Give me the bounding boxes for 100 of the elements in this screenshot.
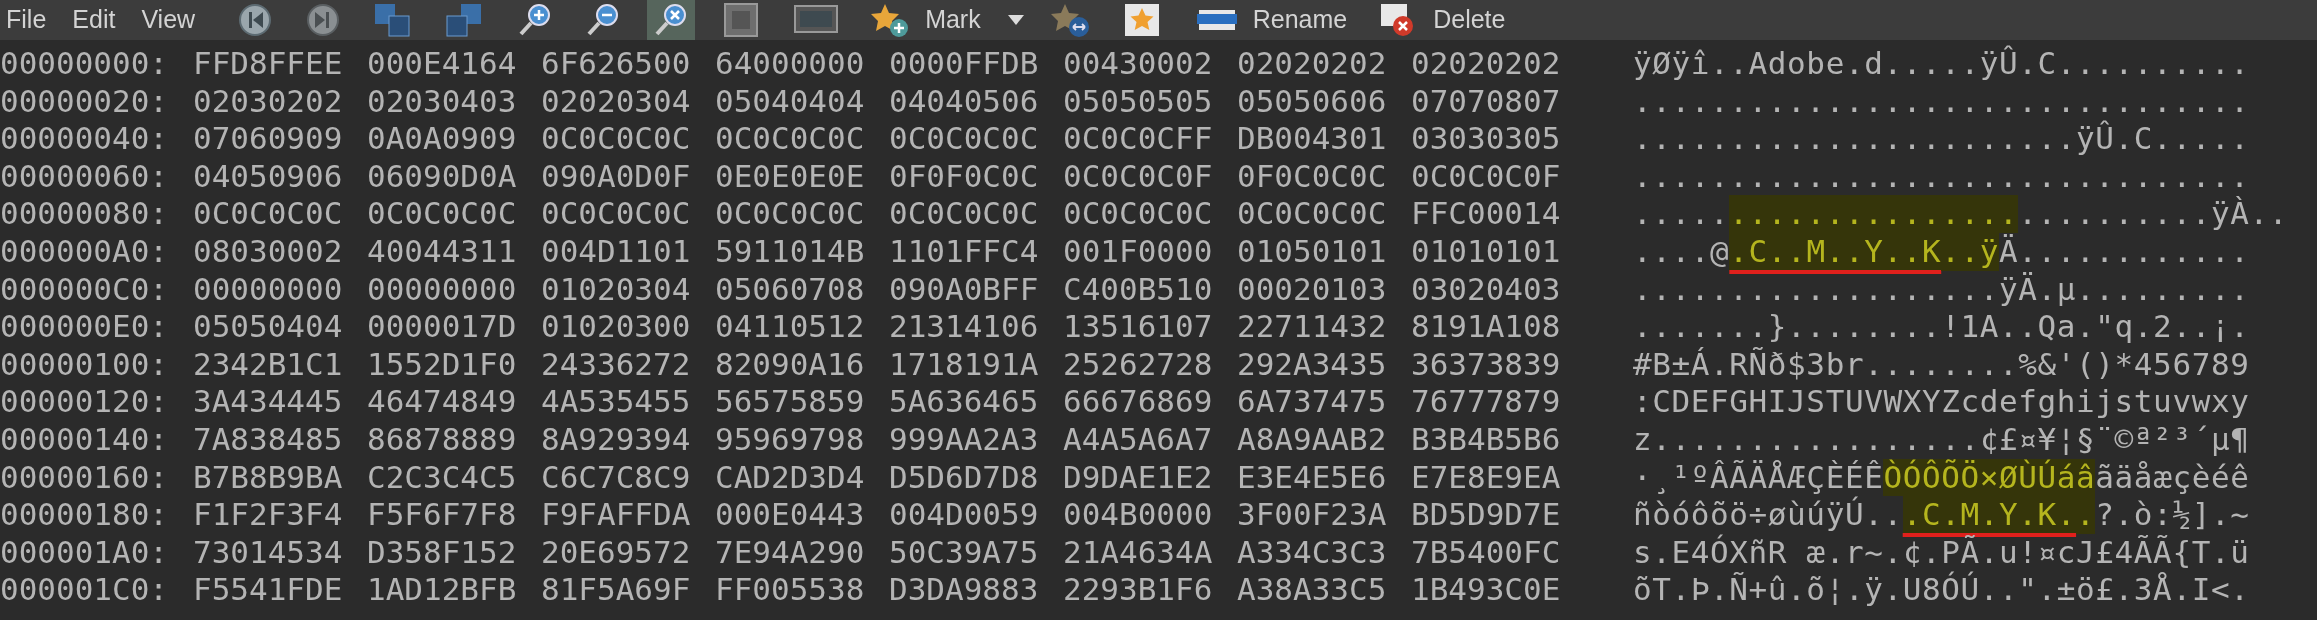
hex-cell-text: D5D6D7D8 — [889, 458, 1040, 497]
hex-cell-text: 0F0F0C0C — [889, 157, 1040, 196]
hex-cell-text: 090A0BFF — [889, 270, 1040, 309]
hex-cell-text: 0C0C0C0F — [1063, 157, 1214, 196]
hex-cell-text: 46474849 — [367, 383, 518, 421]
highlighted-text: . — [2076, 496, 2096, 534]
hex-cell-text: CAD2D3D4 — [715, 458, 866, 497]
hex-cell-text: 292A3435 — [1237, 345, 1388, 384]
menu-item[interactable]: View — [141, 1, 196, 39]
menu-item[interactable]: File — [6, 1, 47, 39]
offset-label: 00000180: — [0, 496, 169, 534]
dropdown-caret-icon[interactable] — [1006, 14, 1025, 26]
hex-cell-text: 1101FFC4 — [889, 232, 1040, 271]
hex-cell-text: 0A0A0909 — [367, 120, 518, 158]
hex-cell-text: 06090D0A — [367, 157, 518, 196]
hex-cell-text: 21314106 — [889, 308, 1040, 346]
hex-cell-text: 1B493C0E — [1411, 571, 1562, 609]
hex-cell-text: BD5D9D7E — [1411, 496, 1562, 534]
offset-label: 000001A0: — [0, 533, 169, 572]
hex-cell-text: 0E0E0E0E — [715, 157, 866, 196]
hex-cell-text: 000E0443 — [715, 496, 866, 534]
hex-cell-text: 4A535455 — [541, 383, 692, 421]
hex-cell-text: 5911014B — [715, 232, 866, 271]
ascii-text: Ä............ — [1999, 232, 2250, 271]
offset-label: 00000000: — [0, 45, 169, 83]
hex-cell-text: 08030002 — [193, 232, 344, 271]
toolbar-button[interactable]: Rename — [1188, 0, 1354, 40]
hex-cell-text: A8A9AAB2 — [1237, 420, 1388, 459]
back-icon — [237, 2, 274, 38]
hex-cell-text: 2293B1F6 — [1063, 571, 1214, 609]
hex-cell-text: 81F5A69F — [541, 571, 692, 609]
hex-cell-text: 73014534 — [193, 533, 344, 572]
hex-cell-text: 0C0C0C0C — [1063, 195, 1214, 233]
hex-cell-text: 01020300 — [541, 308, 692, 346]
hex-cell-text: 50C39A75 — [889, 533, 1040, 572]
hex-cell-text: 22711432 — [1237, 308, 1388, 346]
hex-cell-text: 0C0C0C0C — [889, 120, 1040, 158]
hex-cell-text: 5A636465 — [889, 383, 1040, 421]
hex-cell-text: 03030305 — [1411, 120, 1562, 158]
ascii-text: ................................ — [1633, 157, 2250, 196]
hex-cell-text: 01020304 — [541, 270, 692, 309]
hex-cell-text: 00430002 — [1063, 45, 1214, 83]
ascii-text: :CDEFGHIJSTUVWXYZcdefghijstuvwxy — [1633, 383, 2250, 421]
hex-cell-text: 00000000 — [367, 270, 518, 309]
hex-cell-text: 02020202 — [1237, 45, 1388, 83]
toolbar-icon-button[interactable] — [647, 0, 696, 40]
hex-cell-text: 05040404 — [715, 82, 866, 121]
hex-cell-text: 01050101 — [1237, 232, 1388, 271]
ascii-text: .......}........!1A..Qa."q.2..¡. — [1633, 308, 2250, 346]
hex-cell-text: C2C3C4C5 — [367, 458, 518, 497]
offset-label: 00000020: — [0, 82, 169, 121]
hex-cell-text: 02020202 — [1411, 45, 1562, 83]
hex-cell-text: 090A0D0F — [541, 157, 692, 196]
hex-cell-text: 0C0C0C0C — [367, 195, 518, 233]
hex-cell-text: 0C0C0C0C — [889, 195, 1040, 233]
hex-cell-text: 07070807 — [1411, 82, 1562, 121]
hex-cell-text: 999AA2A3 — [889, 420, 1040, 459]
hex-cell-text: B7B8B9BA — [193, 458, 344, 497]
hex-cell-text: C6C7C8C9 — [541, 458, 692, 497]
hex-cell-text: 40044311 — [367, 232, 518, 271]
hex-cell-text: 05050505 — [1063, 82, 1214, 121]
hex-cell-text: 07060909 — [193, 120, 344, 158]
hex-cell-text: 05060708 — [715, 270, 866, 309]
offset-label: 000000C0: — [0, 270, 169, 309]
hex-cell-text: 04110512 — [715, 308, 866, 346]
offset-label: 000001C0: — [0, 571, 169, 609]
ascii-text: ................................ — [1633, 82, 2250, 120]
ascii-text: z.................¢£¤¥¦§¨©ª²³´µ¶ — [1633, 420, 2250, 459]
hex-cell-text: 7E94A290 — [715, 533, 866, 572]
hex-cell-text: 2342B1C1 — [193, 345, 344, 384]
ascii-text: ...................ÿÄ.µ......... — [1633, 270, 2250, 309]
hex-cell-text: 03020403 — [1411, 270, 1562, 309]
hex-cell-text: A334C3C3 — [1237, 533, 1388, 572]
offset-label: 000000E0: — [0, 308, 169, 346]
hex-cell-text: 3F00F23A — [1237, 496, 1388, 534]
hex-cell-text: 76777879 — [1411, 383, 1562, 421]
hex-cell-text: 56575859 — [715, 383, 866, 421]
hex-cell-text: 001F0000 — [1063, 232, 1214, 271]
hex-cell-text: 05050606 — [1237, 82, 1388, 121]
hex-cell-text: F5541FDE — [193, 571, 344, 609]
hex-cell-text: 02030403 — [367, 82, 518, 121]
hex-cell-text: 01010101 — [1411, 232, 1562, 271]
hex-cell-text: 86878889 — [367, 420, 518, 459]
ascii-text: #B±Á.RÑð$3br........%&'()*456789 — [1633, 345, 2250, 384]
hex-cell-text: D358F152 — [367, 533, 518, 572]
toolbar-button[interactable]: Mark — [865, 0, 987, 40]
hex-cell-text: 0C0C0CFF — [1063, 120, 1214, 158]
highlighted-text: .C.M.Y.K. — [1902, 496, 2077, 534]
hex-cell-text: 0C0C0C0F — [1411, 157, 1562, 196]
menu-item[interactable]: Edit — [72, 1, 116, 39]
hex-cell-text: 64000000 — [715, 45, 866, 83]
hex-cell-text: F5F6F7F8 — [367, 496, 518, 534]
hex-cell-text: 1552D1F0 — [367, 345, 518, 384]
hex-cell-text: F1F2F3F4 — [193, 496, 344, 534]
ascii-text: ÿØÿî..Adobe.d.....ÿÛ.C.......... — [1633, 45, 2250, 83]
hex-cell-text: 24336272 — [541, 345, 692, 384]
toolbar-button[interactable]: Delete — [1373, 0, 1512, 40]
ascii-text: s.E4ÓXñR æ.r~.¢.PÃ.u!¤cJ£4ÃÃ{T.ü — [1633, 533, 2250, 571]
hex-cell-text: 004D0059 — [889, 496, 1040, 534]
hex-cell-text: 13516107 — [1063, 308, 1214, 346]
